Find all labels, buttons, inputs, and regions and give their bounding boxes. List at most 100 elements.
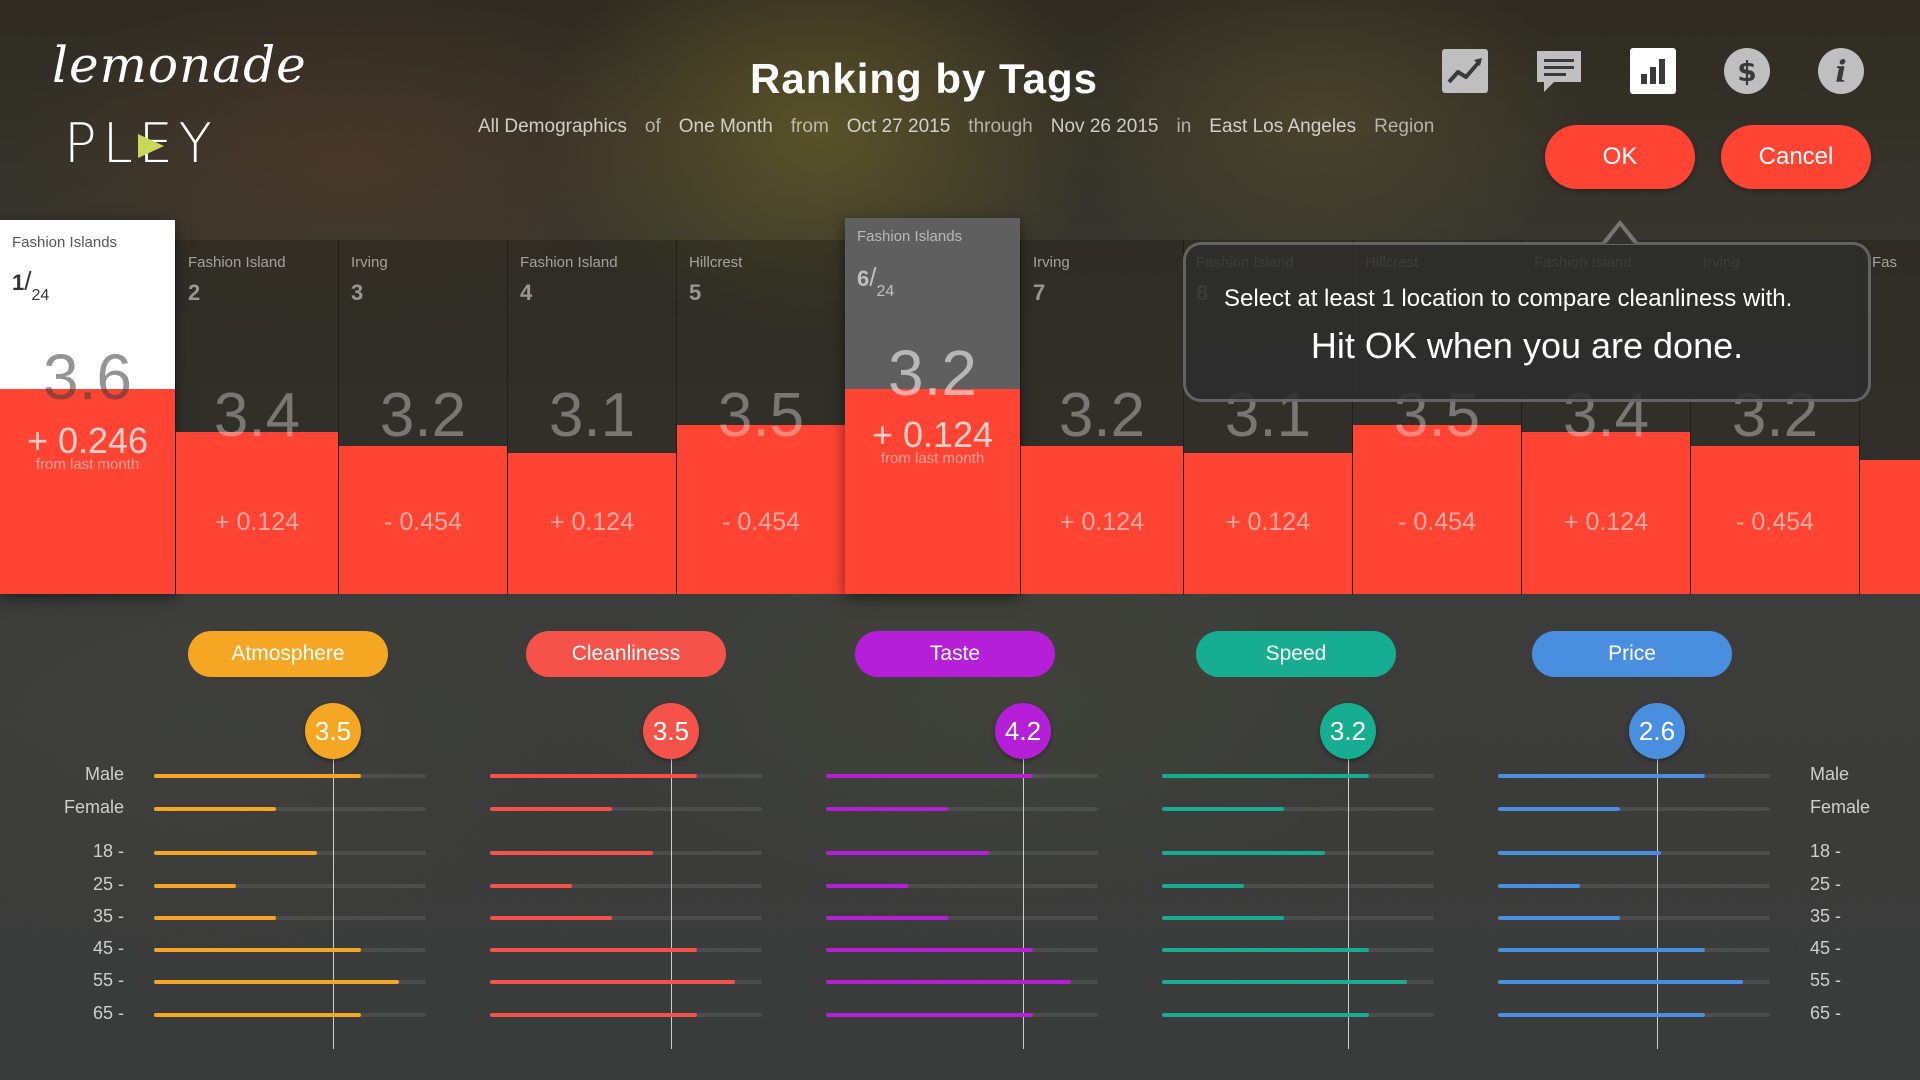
demographic-bar-track [1162, 774, 1434, 778]
score-value: 3.2 [888, 337, 977, 409]
rank-value: 6 [857, 266, 870, 291]
category-tag-taste[interactable]: Taste [855, 631, 1055, 677]
compare-tooltip: Select at least 1 location to compare cl… [1183, 242, 1871, 402]
score-delta: - 0.454 [722, 508, 800, 536]
demographic-bar [1498, 948, 1705, 952]
demographic-label: Male [84, 764, 124, 784]
location-name: Hillcrest [689, 254, 743, 271]
svg-text:$: $ [1737, 55, 1756, 88]
average-line [1348, 759, 1349, 1049]
rank-number: 3 [351, 280, 364, 305]
demographic-bar-track [490, 851, 762, 855]
demographic-bar [154, 916, 276, 920]
demographic-bar [490, 807, 612, 811]
demographic-bar [826, 774, 1033, 778]
demographic-bar-track [1162, 807, 1434, 811]
tooltip-arrow-inner [1606, 226, 1634, 244]
demographic-bar-track [1498, 884, 1770, 888]
demographic-bar [1162, 948, 1369, 952]
demographic-label: 55 - [92, 970, 124, 990]
filter-value[interactable]: Nov 26 2015 [1051, 116, 1159, 138]
demographic-bar-track [826, 884, 1098, 888]
category-score-badge: 2.6 [1629, 703, 1685, 759]
demographic-label: Female [1810, 797, 1871, 817]
demographic-bar-track [1162, 948, 1434, 952]
rank-number: 4 [520, 280, 533, 305]
ranking-column[interactable]: Hillcrest 5 3.5 - 0.454 [676, 240, 845, 594]
ranking-column[interactable]: Fashion Island 4 3.1 + 0.124 [507, 240, 676, 594]
demographic-bar [1498, 884, 1580, 888]
demographic-label: Male [1810, 764, 1850, 784]
ranking-column[interactable]: Fashion Islands 1/24 3.6 + 0.246 from last m… [0, 220, 175, 594]
demographic-bar-track [826, 948, 1098, 952]
demographic-bar [826, 851, 989, 855]
demographic-label: 45 - [1810, 938, 1842, 958]
category-tag-speed[interactable]: Speed [1196, 631, 1396, 677]
filter-value[interactable]: All Demographics [478, 116, 627, 138]
filter-value[interactable]: One Month [679, 116, 773, 138]
score-value: 3.1 [548, 381, 636, 450]
ranking-column[interactable]: Fashion Islands 6/24 3.2 + 0.124 from last m… [845, 218, 1020, 594]
demographic-bar [154, 884, 236, 888]
ranking-column[interactable]: Fashion Island 2 3.4 + 0.124 [175, 240, 338, 594]
category-tag-cleanliness[interactable]: Cleanliness [526, 631, 726, 677]
demographic-label: 65 - [92, 1003, 124, 1023]
view-toolbar: $ i [1440, 46, 1866, 96]
bar-chart-icon[interactable] [1628, 46, 1678, 96]
ranking-column[interactable]: Irving 3 3.2 - 0.454 [338, 240, 507, 594]
demographic-bar-track [490, 1013, 762, 1017]
demographic-bar-track [154, 948, 426, 952]
demographic-bar-track [154, 916, 426, 920]
score-delta: - 0.454 [1736, 508, 1814, 536]
demographic-label: 55 - [1810, 970, 1842, 990]
category-tag-atmosphere[interactable]: Atmosphere [188, 631, 388, 677]
filter-value[interactable]: Oct 27 2015 [847, 116, 951, 138]
demographic-bar [1162, 851, 1325, 855]
demographic-bar [826, 884, 908, 888]
rank-number: 1/24 [12, 266, 49, 304]
demographic-bar [154, 774, 361, 778]
average-line [1023, 759, 1024, 1049]
demographic-bar-track [1162, 884, 1434, 888]
demographic-bar-track [1498, 774, 1770, 778]
dollar-icon[interactable]: $ [1722, 46, 1772, 96]
demographic-bar [490, 774, 697, 778]
score-delta: + 0.124 [1059, 508, 1145, 536]
demographic-bar [826, 980, 1071, 984]
cancel-button[interactable]: Cancel [1721, 125, 1871, 189]
demographic-label: 25 - [1810, 874, 1842, 894]
demographic-bar [154, 980, 399, 984]
demographic-bar [1162, 1013, 1369, 1017]
demographic-bar-track [490, 884, 762, 888]
comments-icon[interactable] [1534, 46, 1584, 96]
demographic-bar [1162, 774, 1369, 778]
score-delta: + 0.124 [1225, 508, 1311, 536]
rank-number: 2 [188, 280, 201, 305]
demographic-bar [1498, 851, 1661, 855]
filter-connector: of [644, 116, 661, 137]
info-icon[interactable]: i [1816, 46, 1866, 96]
trend-icon[interactable] [1440, 46, 1490, 96]
category-tag-price[interactable]: Price [1532, 631, 1732, 677]
demographic-bar-track [826, 807, 1098, 811]
demographic-bar-track [1498, 948, 1770, 952]
filter-value[interactable]: East Los Angeles [1209, 116, 1356, 138]
demographic-bar-track [490, 774, 762, 778]
demographic-bar [1498, 807, 1620, 811]
score-delta: + 0.124 [1563, 508, 1649, 536]
from-last-month-label: from last month [35, 456, 140, 473]
score-value: 3.4 [213, 381, 301, 450]
demographic-bar [490, 916, 612, 920]
demographic-bar [490, 884, 572, 888]
demographic-bar-track [826, 916, 1098, 920]
demographic-label: Female [63, 797, 124, 817]
location-name: Irving [1033, 254, 1070, 271]
score-bar [1860, 460, 1920, 594]
demographic-bar [1498, 916, 1620, 920]
demographic-bar-track [154, 851, 426, 855]
demographic-bar [490, 851, 653, 855]
filter-connector: from [790, 116, 829, 137]
ok-button[interactable]: OK [1545, 125, 1695, 189]
score-delta: - 0.454 [1398, 508, 1476, 536]
ranking-column[interactable]: Irving 7 3.2 + 0.124 [1020, 240, 1183, 594]
